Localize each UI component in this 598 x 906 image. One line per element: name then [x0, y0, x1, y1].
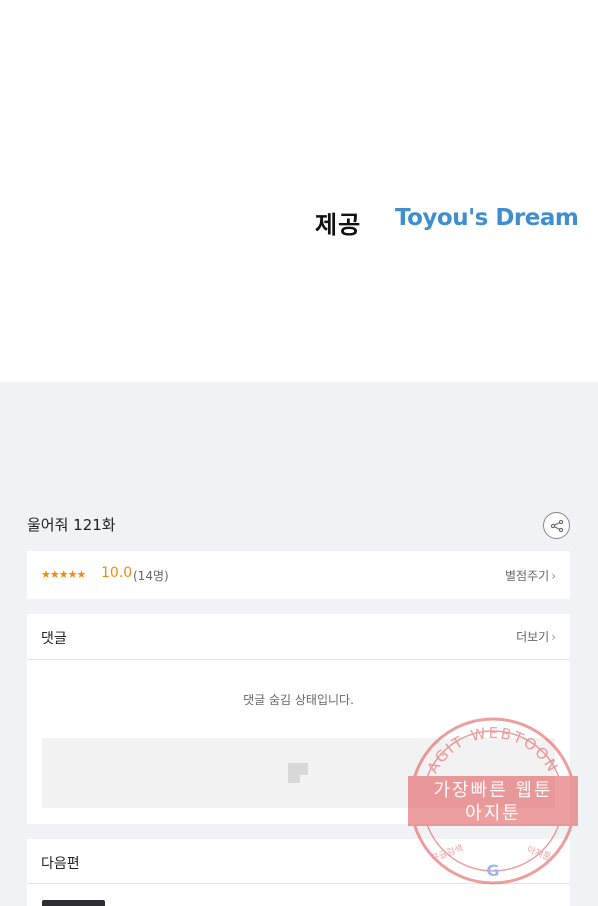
svg-text:G: G — [486, 861, 499, 880]
comments-hidden-message: 댓글 숨김 상태입니다. — [243, 693, 354, 707]
rate-button-label: 별점주기 — [505, 569, 550, 583]
watermark-stamp: AGIT WEBTOON 가장빠른 웹툰 아지툰 구글검색 아지툰 G — [408, 717, 578, 885]
svg-text:AGIT WEBTOON: AGIT WEBTOON — [424, 724, 563, 776]
credit-label: 제공 — [315, 211, 362, 239]
rating-card: ★★★★★ 10.0 (14명) 별점주기 › — [27, 551, 570, 599]
comments-header: 댓글 더보기 › — [27, 614, 570, 660]
next-episode-thumbnail[interactable] — [42, 900, 105, 906]
comments-more-link[interactable]: 더보기 › — [516, 628, 556, 645]
credit-panel: 제공 Toyou's Dream — [0, 0, 598, 382]
image-placeholder-icon — [288, 763, 308, 783]
publisher-logo: Toyou's Dream — [395, 205, 579, 231]
next-episode-title: 다음편 — [41, 856, 80, 872]
share-button[interactable] — [543, 512, 570, 539]
chevron-right-icon: › — [551, 569, 556, 583]
svg-text:구글검색: 구글검색 — [429, 842, 464, 865]
rating-votes: (14명) — [133, 569, 169, 583]
episode-title: 울어줘 121화 — [27, 516, 116, 534]
rating-score: 10.0 — [101, 565, 133, 581]
chevron-right-icon: › — [551, 630, 556, 644]
svg-text:가장빠른 웹툰: 가장빠른 웹툰 — [433, 780, 552, 801]
comments-title: 댓글 — [41, 631, 67, 647]
webtoon-viewer-page: 제공 Toyou's Dream 울어줘 121화 ★★★★★ 10.0 (14… — [0, 0, 598, 906]
comments-more-label: 더보기 — [516, 630, 550, 644]
svg-text:아지툰: 아지툰 — [465, 803, 521, 824]
share-icon — [550, 519, 563, 532]
rating-stars: ★★★★★ — [41, 568, 86, 581]
rate-button[interactable]: 별점주기 › — [505, 567, 556, 584]
